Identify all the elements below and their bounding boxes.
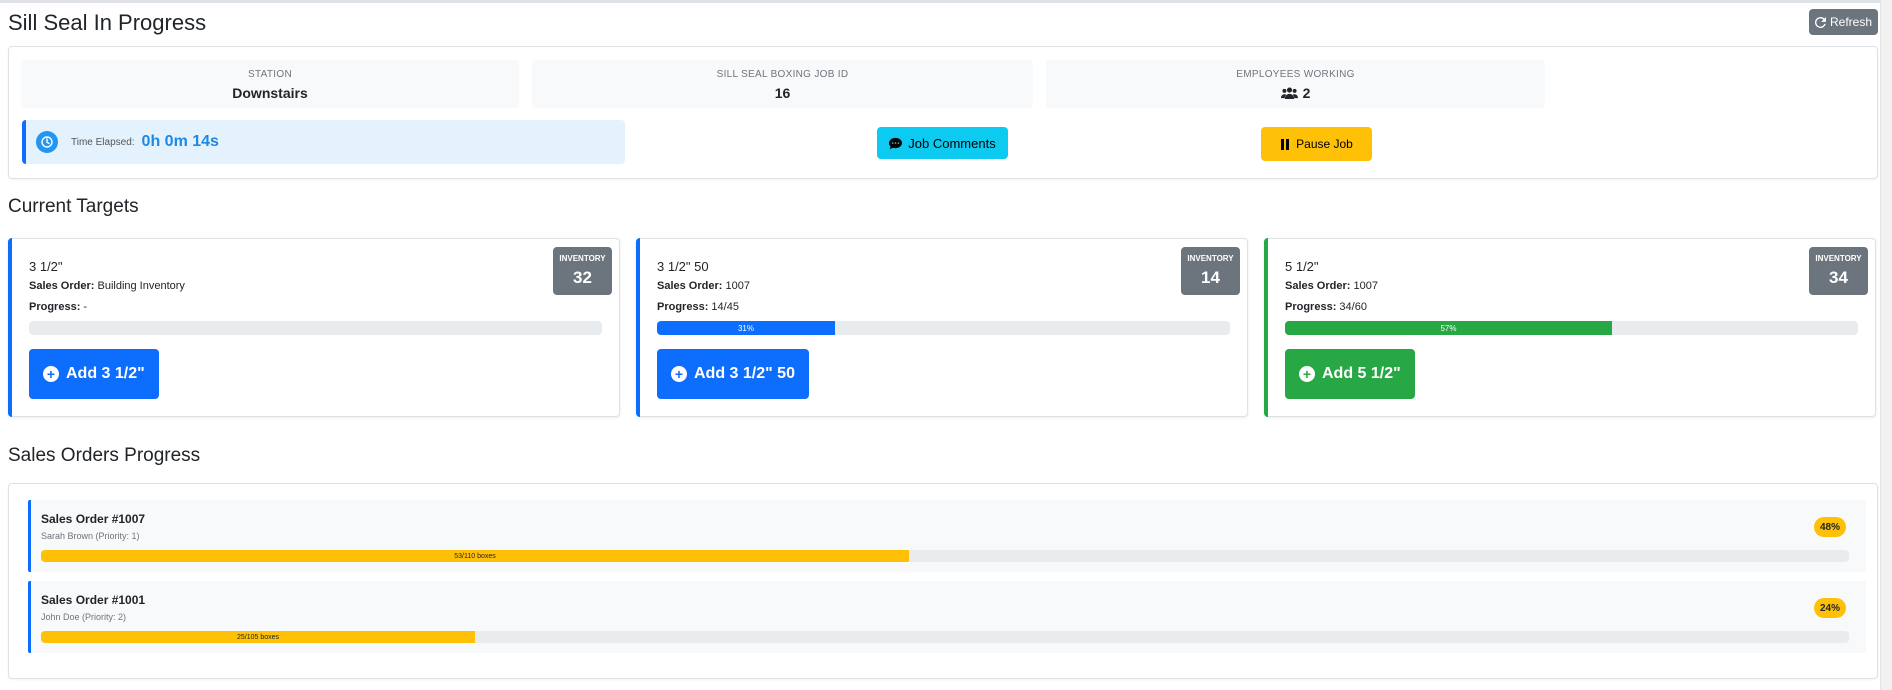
sales-order-title: Sales Order #1001: [41, 593, 146, 607]
employees-value-row: 2: [1046, 85, 1545, 101]
time-elapsed-label: Time Elapsed:: [71, 136, 135, 148]
employees-value: 2: [1302, 85, 1311, 101]
progress-label: Progress:: [657, 301, 709, 313]
sales-order-customer: Sarah Brown (Priority: 1): [41, 531, 140, 541]
job-id-label: SILL SEAL BOXING JOB ID: [716, 69, 849, 80]
progress-value: -: [83, 301, 88, 313]
sales-order-item: Sales Order #1001 John Doe (Priority: 2)…: [28, 581, 1866, 653]
progress-value: 34/60: [1339, 301, 1367, 313]
station-box: STATION Downstairs: [21, 60, 519, 108]
inventory-label: INVENTORY: [1187, 254, 1234, 263]
sales-order-label: Sales Order:: [657, 280, 723, 292]
target-name: 3 1/2" 50: [657, 259, 709, 274]
sales-order-percent-badge: 48%: [1813, 517, 1846, 537]
target-progress: Progress: -: [29, 301, 87, 313]
inventory-badge: INVENTORY 34: [1809, 247, 1868, 295]
pause-icon: [1281, 138, 1290, 150]
add-target-button[interactable]: + Add 3 1/2": [29, 349, 159, 399]
sales-order-title: Sales Order #1007: [41, 512, 146, 526]
target-card: 3 1/2" Sales Order: Building Inventory P…: [8, 238, 620, 417]
card-accent: [1264, 238, 1268, 417]
progress-bar: 31%: [657, 321, 1230, 335]
target-card: 3 1/2" 50 Sales Order: 1007 Progress: 14…: [636, 238, 1248, 417]
job-comments-label: Job Comments: [908, 135, 996, 151]
refresh-label: Refresh: [1829, 15, 1873, 29]
target-card: 5 1/2" Sales Order: 1007 Progress: 34/60…: [1264, 238, 1876, 417]
progress-value: 14/45: [711, 301, 739, 313]
target-name: 5 1/2": [1285, 259, 1319, 274]
inventory-label: INVENTORY: [559, 254, 606, 263]
pause-job-label: Pause Job: [1296, 137, 1353, 151]
sales-order-label: Sales Order:: [29, 280, 95, 292]
top-border: [0, 0, 1880, 3]
add-target-button[interactable]: + Add 5 1/2": [1285, 349, 1415, 399]
sales-orders-title: Sales Orders Progress: [8, 445, 201, 466]
sales-order-value: 1007: [725, 280, 750, 292]
card-accent: [8, 238, 12, 417]
employees-label: EMPLOYEES WORKING: [1236, 69, 1355, 80]
plus-circle-icon: +: [1299, 366, 1315, 382]
users-icon: [1280, 87, 1298, 99]
page-title: Sill Seal In Progress: [8, 10, 207, 35]
job-info-panel: STATION Downstairs SILL SEAL BOXING JOB …: [8, 46, 1878, 179]
inventory-value: 32: [573, 268, 592, 287]
sales-order-customer: John Doe (Priority: 2): [41, 612, 127, 622]
inventory-value: 34: [1829, 268, 1848, 287]
sales-order-progress-bar: 25/105 boxes: [41, 631, 1849, 643]
station-label: STATION: [248, 69, 292, 80]
job-comments-button[interactable]: Job Comments: [877, 127, 1008, 159]
sales-order-progress-fill: 53/110 boxes: [41, 550, 909, 562]
job-id-box: SILL SEAL BOXING JOB ID 16: [532, 60, 1033, 108]
pause-job-button[interactable]: Pause Job: [1261, 127, 1372, 161]
card-accent: [636, 238, 640, 417]
inventory-badge: INVENTORY 14: [1181, 247, 1240, 295]
plus-circle-icon: +: [43, 366, 59, 382]
scrollbar[interactable]: [1880, 0, 1892, 690]
employees-box: EMPLOYEES WORKING 2: [1046, 60, 1545, 108]
sales-orders-panel: Sales Order #1007 Sarah Brown (Priority:…: [8, 483, 1878, 679]
comment-icon: [889, 137, 903, 149]
target-sales-order: Sales Order: 1007: [657, 280, 750, 292]
progress-fill: 31%: [657, 321, 835, 335]
inventory-label: INVENTORY: [1815, 254, 1862, 263]
sales-order-item: Sales Order #1007 Sarah Brown (Priority:…: [28, 500, 1866, 572]
sales-order-percent-badge: 24%: [1813, 598, 1846, 618]
station-value: Downstairs: [232, 85, 308, 101]
refresh-icon: [1815, 16, 1826, 28]
time-elapsed-value: 0h 0m 14s: [141, 133, 219, 150]
add-target-label: Add 5 1/2": [1322, 365, 1401, 382]
add-target-label: Add 3 1/2" 50: [694, 365, 795, 382]
progress-bar: 57%: [1285, 321, 1858, 335]
current-targets-title: Current Targets: [8, 196, 139, 217]
sales-order-progress-bar: 53/110 boxes: [41, 550, 1849, 562]
progress-label: Progress:: [1285, 301, 1337, 313]
target-sales-order: Sales Order: 1007: [1285, 280, 1378, 292]
inventory-badge: INVENTORY 32: [553, 247, 612, 295]
clock-icon: [36, 131, 58, 153]
sales-order-progress-fill: 25/105 boxes: [41, 631, 475, 643]
time-elapsed-box: Time Elapsed: 0h 0m 14s: [22, 120, 625, 164]
progress-bar: [29, 321, 602, 335]
target-progress: Progress: 14/45: [657, 301, 739, 313]
job-id-value: 16: [774, 85, 791, 101]
sales-order-label: Sales Order:: [1285, 280, 1351, 292]
target-sales-order: Sales Order: Building Inventory: [29, 280, 185, 292]
sales-order-value: 1007: [1353, 280, 1378, 292]
target-name: 3 1/2": [29, 259, 63, 274]
sales-order-value: Building Inventory: [97, 280, 185, 292]
plus-circle-icon: +: [671, 366, 687, 382]
target-progress: Progress: 34/60: [1285, 301, 1367, 313]
progress-label: Progress:: [29, 301, 81, 313]
refresh-button[interactable]: Refresh: [1809, 9, 1878, 35]
progress-fill: 57%: [1285, 321, 1612, 335]
inventory-value: 14: [1201, 268, 1220, 287]
add-target-button[interactable]: + Add 3 1/2" 50: [657, 349, 809, 399]
add-target-label: Add 3 1/2": [66, 365, 145, 382]
